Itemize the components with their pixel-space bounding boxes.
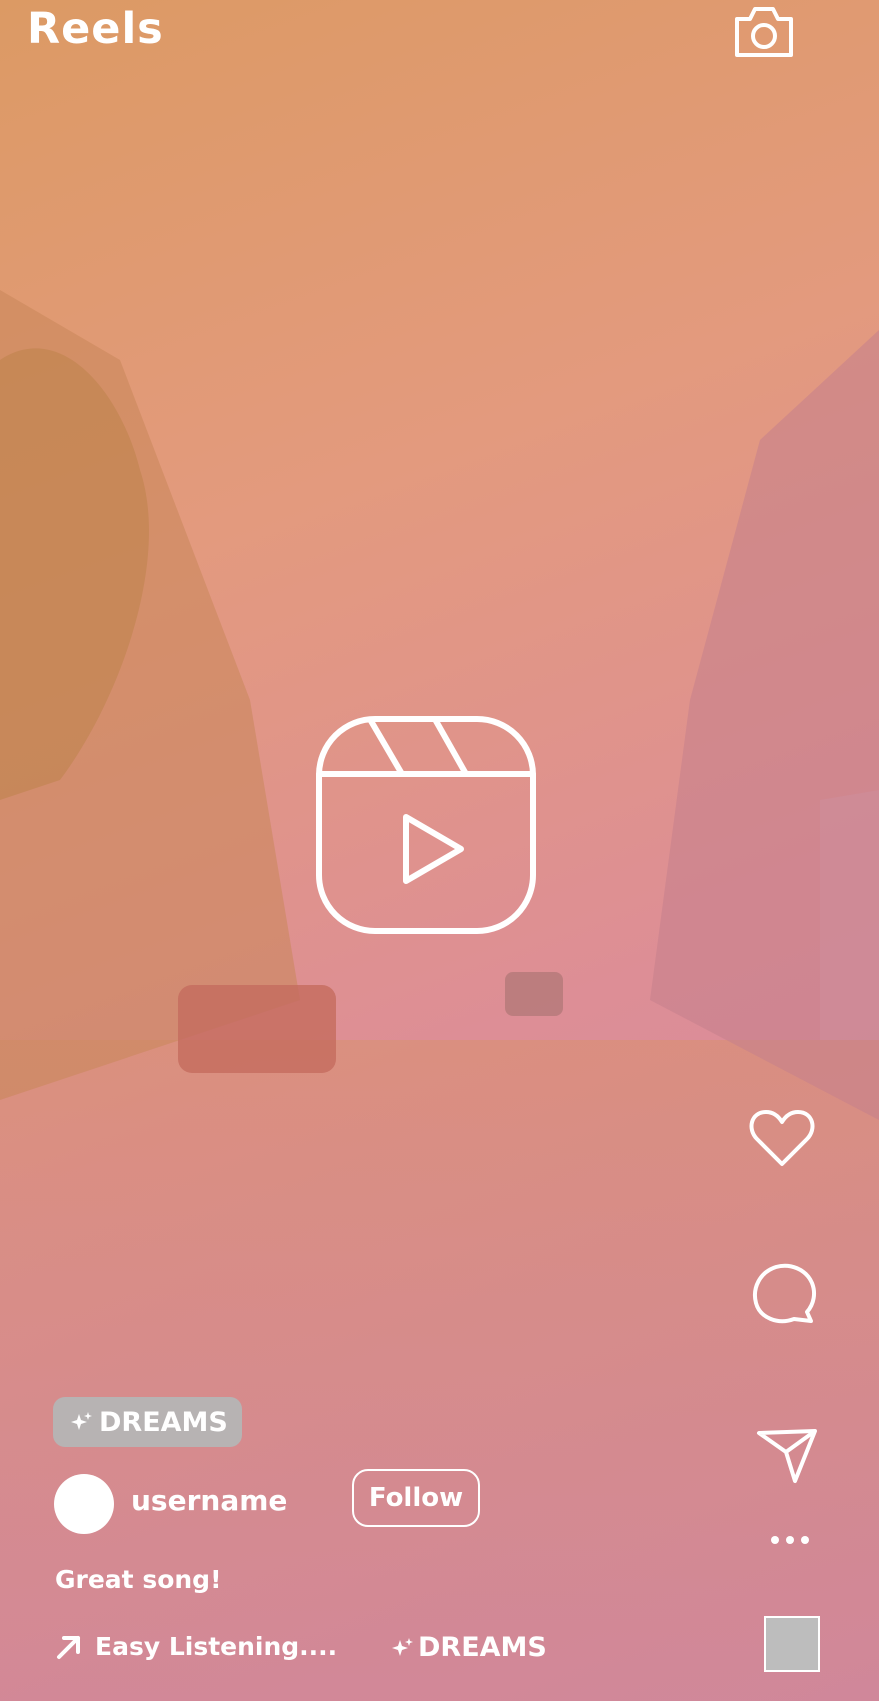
effect-link[interactable]: DREAMS xyxy=(392,1632,547,1663)
camera-icon[interactable] xyxy=(733,4,795,60)
more-horizontal-icon[interactable] xyxy=(768,1533,812,1547)
audio-label: Easy Listening.... xyxy=(95,1632,338,1661)
username[interactable]: username xyxy=(131,1484,287,1517)
effect-tag[interactable]: DREAMS xyxy=(53,1397,242,1447)
sparkle-icon xyxy=(392,1637,413,1656)
follow-button[interactable]: Follow xyxy=(352,1469,480,1527)
caption: Great song! xyxy=(55,1565,222,1594)
audio-link[interactable]: Easy Listening.... xyxy=(55,1632,337,1661)
comment-icon[interactable] xyxy=(751,1262,817,1324)
page-title: Reels xyxy=(27,4,164,54)
paper-plane-icon[interactable] xyxy=(756,1428,818,1484)
effect-tag-label: DREAMS xyxy=(99,1406,228,1438)
arrow-up-right-icon xyxy=(57,1635,80,1659)
audio-thumbnail[interactable] xyxy=(764,1616,820,1672)
heart-icon[interactable] xyxy=(749,1108,815,1168)
reels-screen: Reels DREAMS username Follow Great song!… xyxy=(0,0,879,1701)
reels-play-icon xyxy=(316,716,536,934)
sparkle-icon xyxy=(71,1412,92,1430)
effect-label: DREAMS xyxy=(418,1632,547,1663)
avatar[interactable] xyxy=(54,1474,114,1534)
